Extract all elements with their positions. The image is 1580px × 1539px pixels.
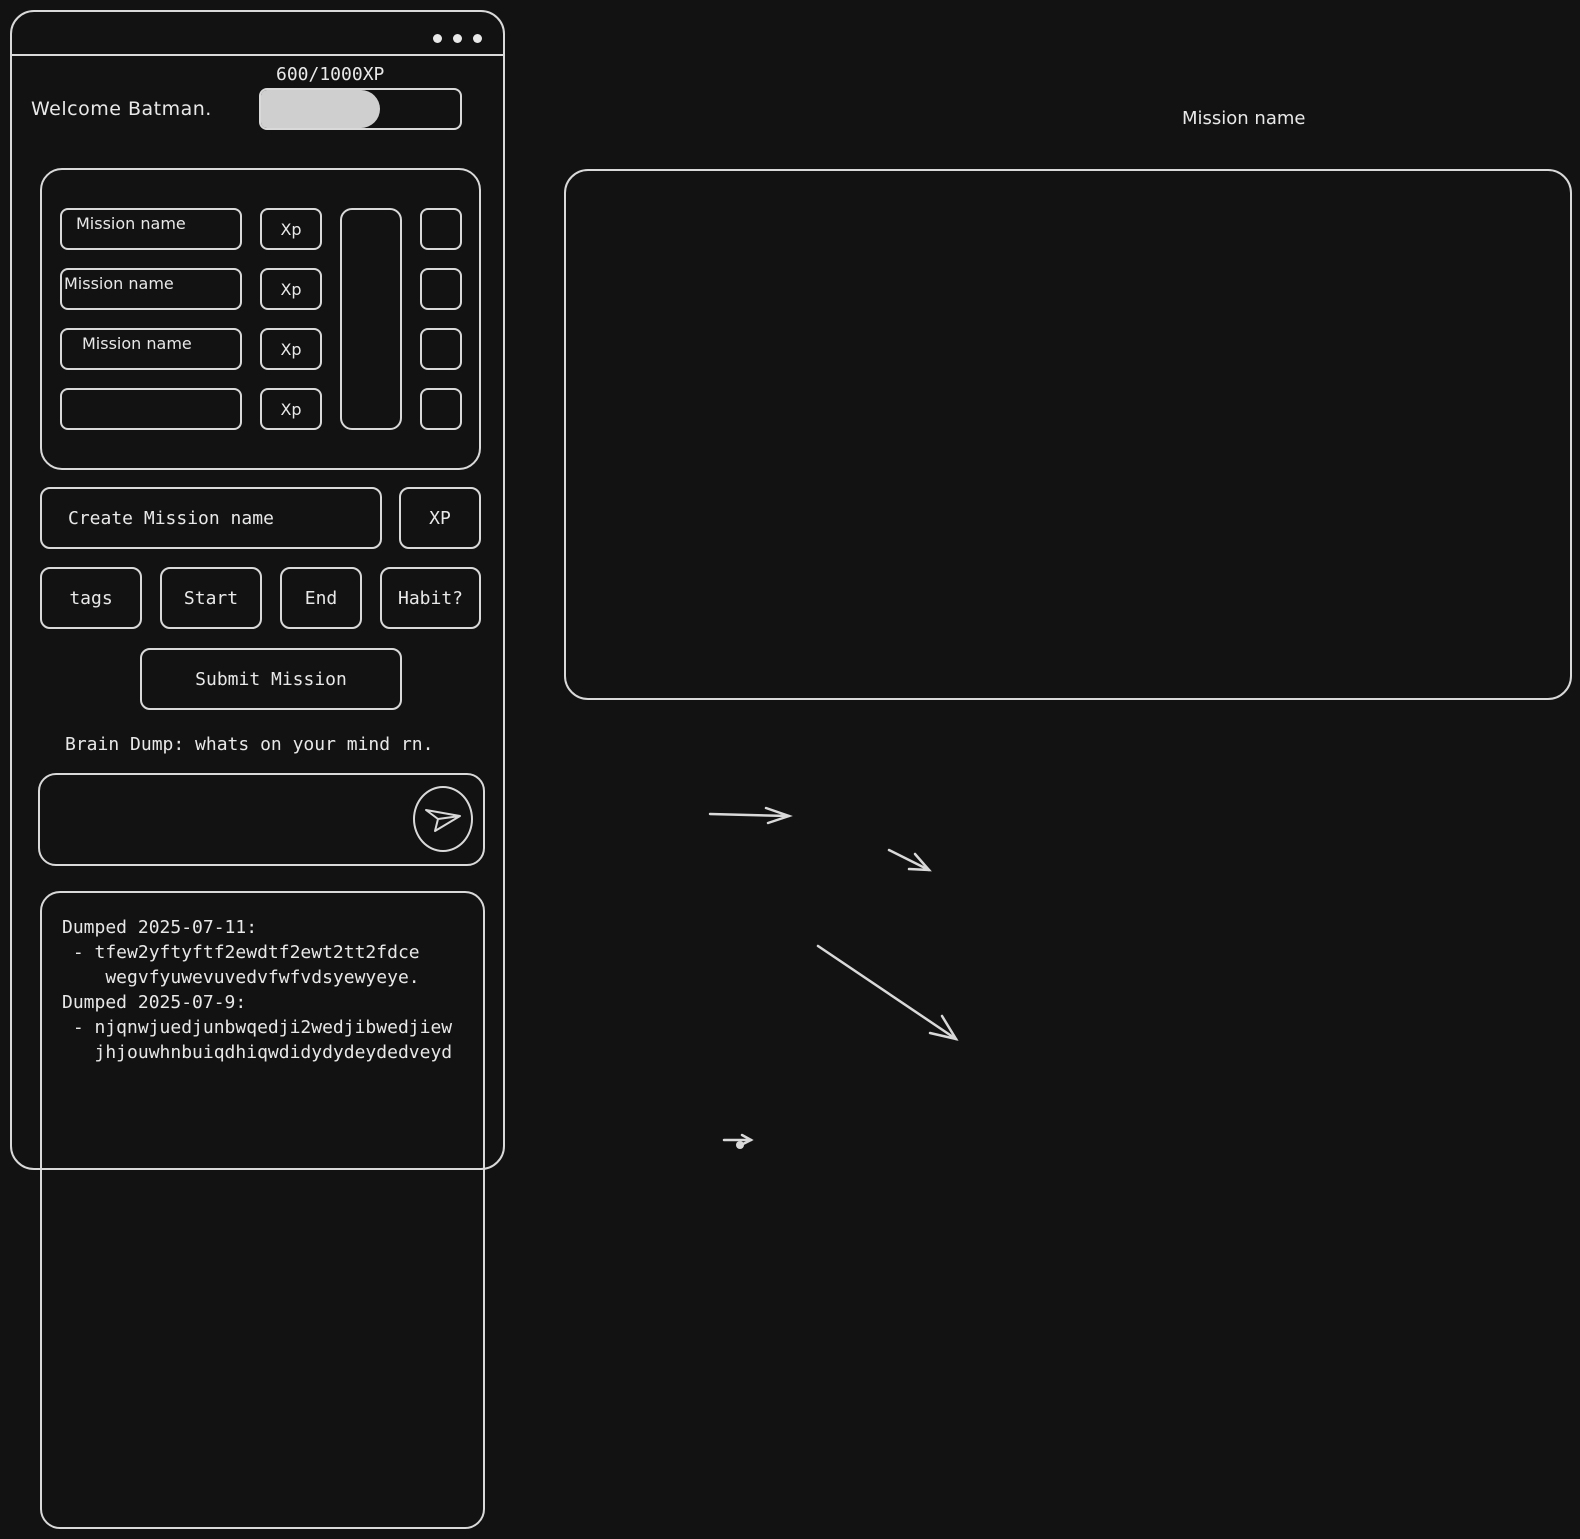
dot-icon [736,1141,744,1149]
arrow-icon [887,848,932,872]
arrow-icon [816,944,959,1041]
arrow-icon [708,806,793,825]
annotation-arrows [708,806,959,1149]
